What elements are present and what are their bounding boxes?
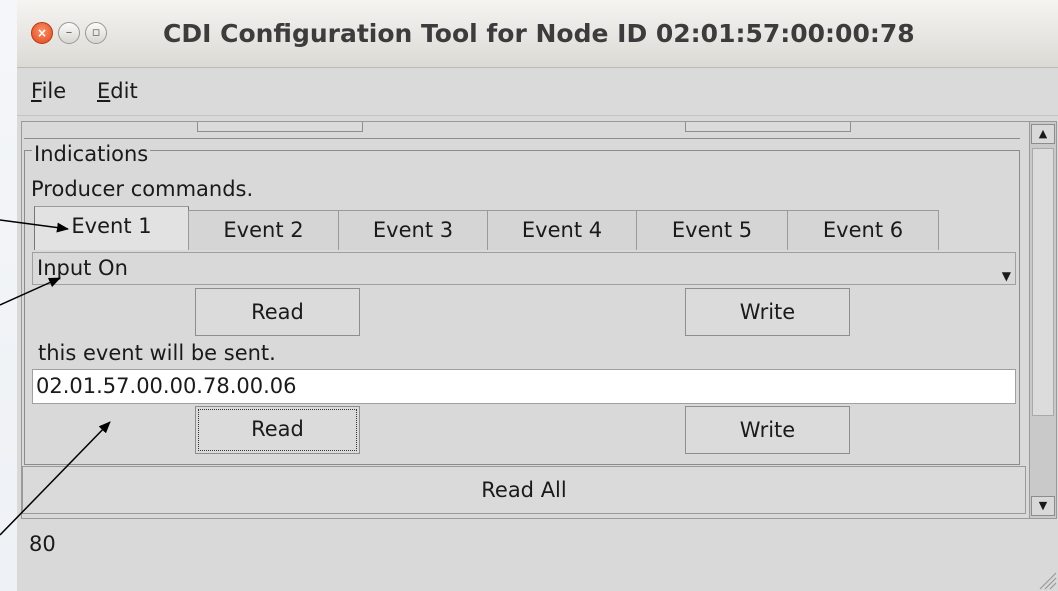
section-divider [24, 138, 1020, 139]
close-icon[interactable]: × [31, 22, 53, 44]
read-type-button[interactable]: Read [195, 288, 360, 336]
menu-file[interactable]: File [31, 69, 66, 116]
tab-event-3[interactable]: Event 3 [338, 210, 488, 250]
config-scroll-pane[interactable]: Indications Producer commands. Event 1 E… [21, 121, 1057, 519]
tab-event-5[interactable]: Event 5 [636, 210, 788, 250]
event-type-value: Input On [37, 256, 128, 280]
menu-edit-label: dit [110, 79, 138, 103]
write-event-button[interactable]: Write [685, 406, 850, 454]
minimize-icon[interactable]: – [58, 22, 80, 44]
tab-event-6[interactable]: Event 6 [787, 210, 939, 250]
menu-bar: File Edit [17, 69, 1058, 116]
chevron-down-icon[interactable]: ▼ [1002, 261, 1011, 292]
group-description: Producer commands. [31, 177, 254, 201]
maximize-icon[interactable]: ▫ [85, 22, 107, 44]
event-id-field[interactable]: 02.01.57.00.00.78.00.06 [32, 369, 1016, 404]
tab-event-4[interactable]: Event 4 [487, 210, 637, 250]
prev-write-button[interactable] [685, 122, 851, 132]
arrow-down-icon[interactable]: ▼ [1031, 496, 1055, 516]
menu-edit[interactable]: Edit [97, 69, 138, 116]
application-window: × – ▫ CDI Configuration Tool for Node ID… [17, 0, 1058, 591]
menu-file-label: ile [41, 79, 67, 103]
vertical-scrollbar[interactable]: ▲ ▼ [1029, 122, 1056, 518]
tab-event-1[interactable]: Event 1 [34, 206, 189, 250]
event-sent-label: this event will be sent. [38, 341, 276, 365]
write-type-button[interactable]: Write [685, 288, 850, 336]
status-value: 80 [29, 532, 56, 556]
resize-grip-icon[interactable] [1034, 567, 1058, 591]
arrow-up-icon[interactable]: ▲ [1031, 124, 1055, 144]
scroll-thumb[interactable] [1032, 148, 1054, 416]
window-title: CDI Configuration Tool for Node ID 02:01… [163, 19, 915, 48]
menu-edit-mnemonic: E [97, 79, 111, 103]
tab-event-2[interactable]: Event 2 [188, 210, 339, 250]
event-type-select[interactable]: Input On ▼ [32, 252, 1016, 285]
title-bar[interactable]: × – ▫ CDI Configuration Tool for Node ID… [17, 0, 1058, 68]
read-all-button[interactable]: Read All [22, 466, 1026, 514]
group-label: Indications [32, 141, 151, 167]
read-event-button[interactable]: Read [195, 406, 360, 454]
prev-read-button[interactable] [197, 122, 363, 132]
menu-file-mnemonic: F [31, 79, 42, 103]
